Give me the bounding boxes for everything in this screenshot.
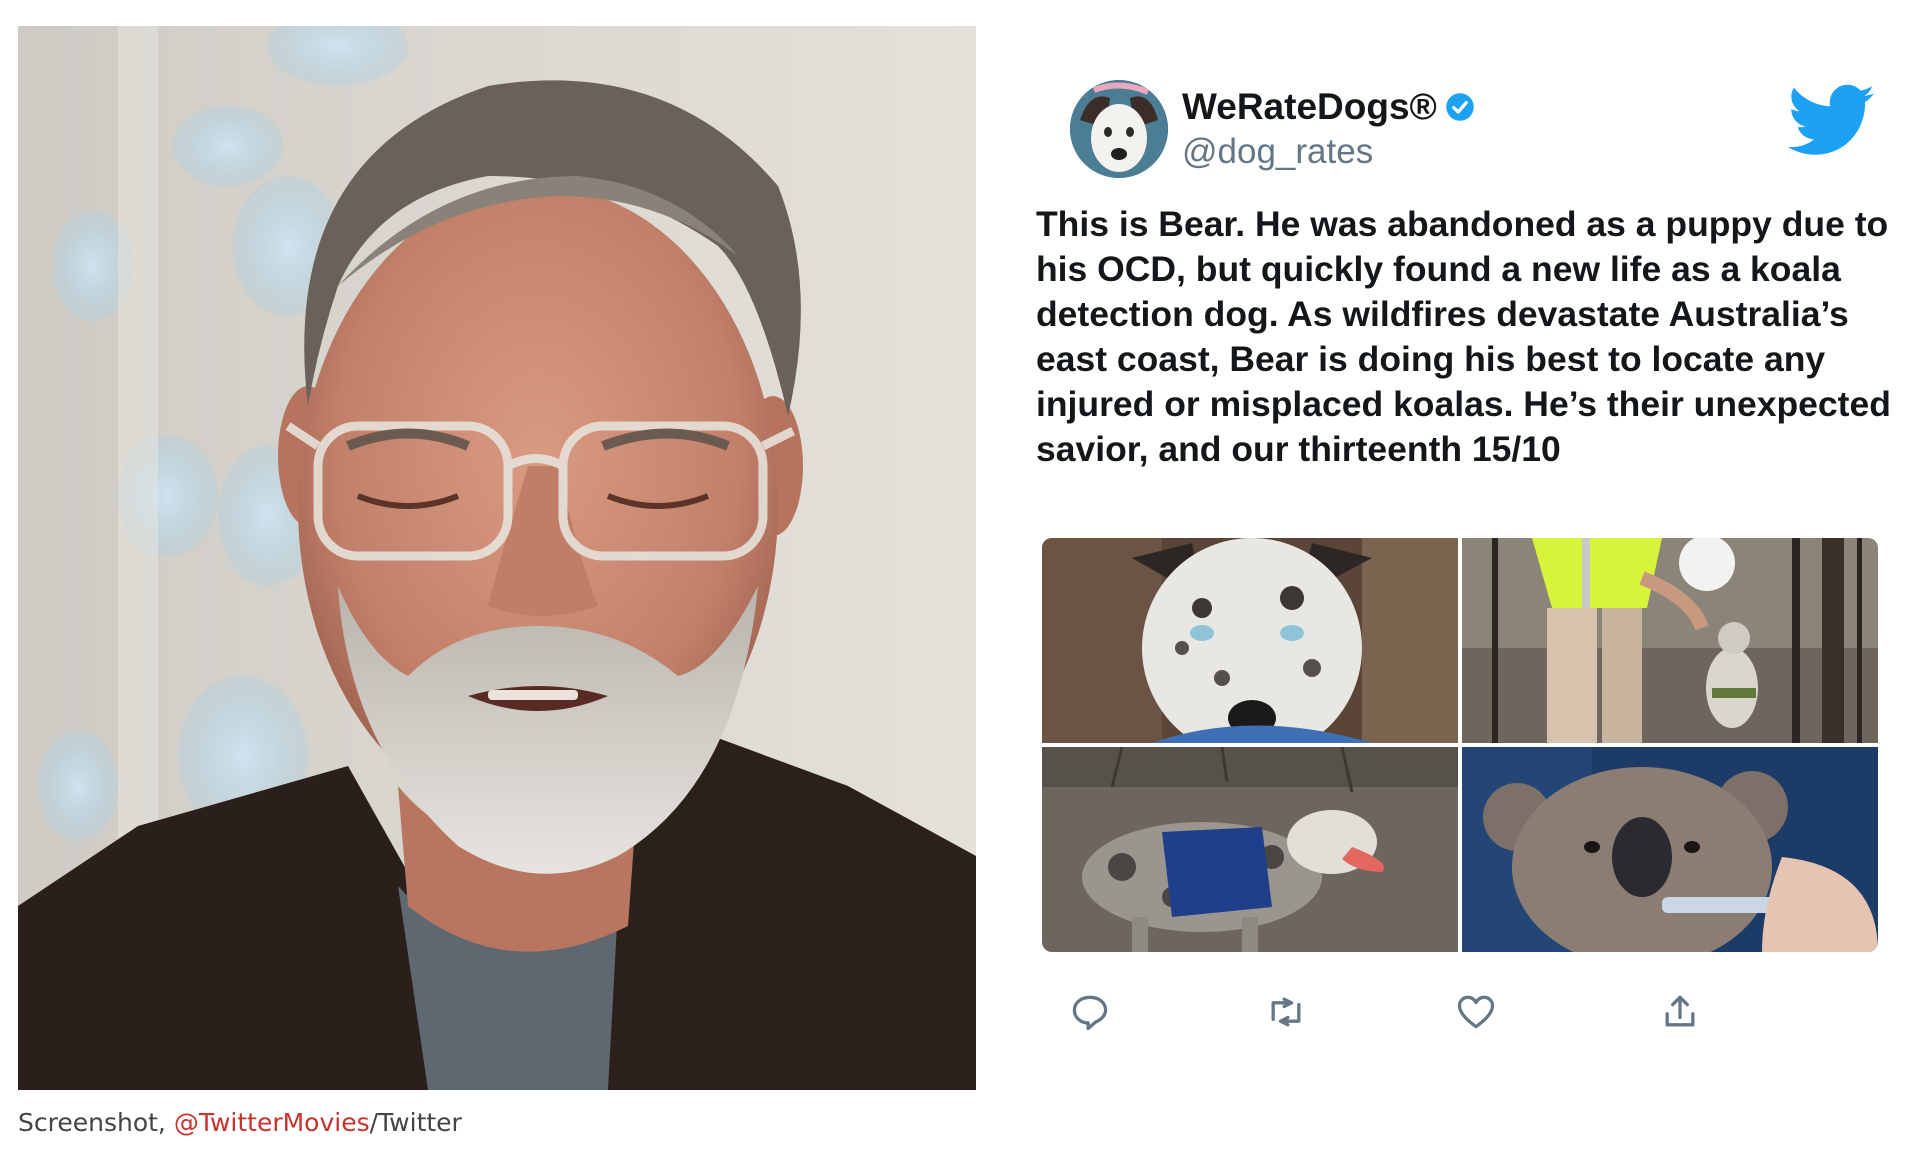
photo-koala-drinking[interactable]: [1462, 747, 1878, 952]
dog-in-vest-image: [1042, 747, 1458, 952]
dog-avatar-image: [1070, 80, 1168, 178]
tweet-text: This is Bear. He was abandoned as a pupp…: [1036, 204, 1891, 469]
photo-dog-closeup[interactable]: [1042, 538, 1458, 743]
caption-suffix: /Twitter: [369, 1108, 462, 1137]
dog-closeup-image: [1042, 538, 1458, 743]
video-still: [18, 26, 976, 1090]
verified-badge-icon: [1446, 93, 1474, 121]
man-portrait-image: [18, 26, 976, 1090]
reply-button[interactable]: [1068, 990, 1112, 1034]
photo-handler-with-dog[interactable]: [1462, 538, 1878, 743]
tweet-card: WeRateDogs® @dog_rates This is Bear. He …: [1020, 60, 1900, 1050]
tweet-media-grid: [1042, 538, 1878, 952]
tweet-actions: [1068, 990, 1848, 1034]
caption-prefix: Screenshot,: [18, 1108, 174, 1137]
retweet-button[interactable]: [1264, 990, 1308, 1034]
display-name[interactable]: WeRateDogs®: [1182, 86, 1475, 128]
handler-with-dog-image: [1462, 538, 1878, 743]
reply-icon: [1072, 995, 1108, 1031]
image-caption: Screenshot, @TwitterMovies/Twitter: [18, 1108, 462, 1137]
avatar[interactable]: [1070, 80, 1168, 178]
heart-icon: [1457, 995, 1495, 1029]
twitter-bird-icon: [1788, 84, 1875, 155]
share-icon: [1665, 995, 1695, 1027]
share-button[interactable]: [1658, 990, 1702, 1034]
photo-dog-in-vest[interactable]: [1042, 747, 1458, 952]
koala-drinking-image: [1462, 747, 1878, 952]
display-name-text[interactable]: WeRateDogs®: [1182, 86, 1437, 128]
caption-source-link[interactable]: @TwitterMovies: [174, 1108, 370, 1137]
like-button[interactable]: [1454, 990, 1498, 1034]
retweet-icon: [1271, 997, 1301, 1027]
user-handle[interactable]: @dog_rates: [1182, 132, 1373, 172]
